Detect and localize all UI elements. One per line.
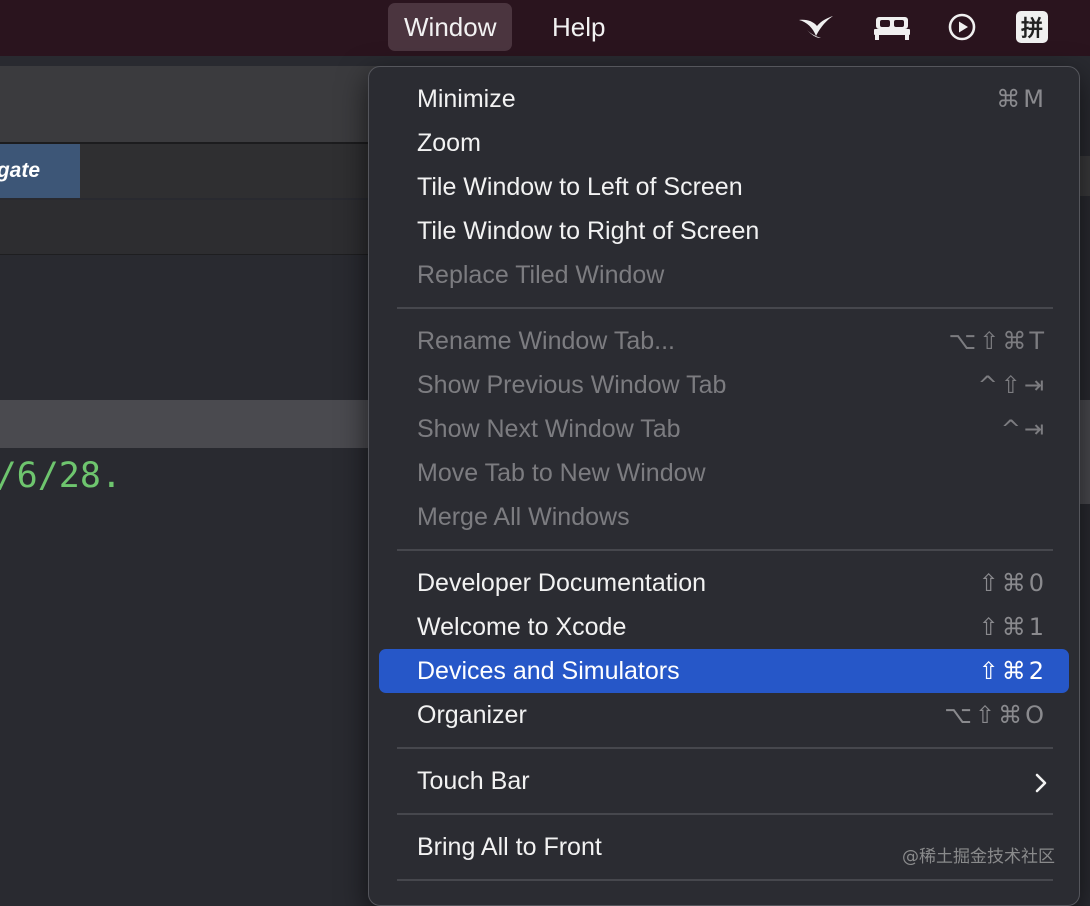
menu-item-shortcut: ⌥⇧⌘T xyxy=(948,327,1047,355)
menu-item-replace-tiled-window: Replace Tiled Window xyxy=(379,253,1069,297)
window-menu-dropdown: Minimize ⌘M Zoom Tile Window to Left of … xyxy=(368,66,1080,906)
code-comment: /6/28. xyxy=(0,454,200,498)
toolbar xyxy=(0,66,380,142)
right-edge-highlight xyxy=(1080,400,1090,504)
menu-item-shortcut: ^⇧⇥ xyxy=(977,371,1047,399)
menu-item-rename-window-tab: Rename Window Tab... ⌥⇧⌘T xyxy=(379,319,1069,363)
menu-item-label: Zoom xyxy=(417,129,481,157)
menu-item-show-previous-tab: Show Previous Window Tab ^⇧⇥ xyxy=(379,363,1069,407)
menu-item-tile-left[interactable]: Tile Window to Left of Screen xyxy=(379,165,1069,209)
bird-icon[interactable] xyxy=(796,10,836,44)
menu-separator xyxy=(397,549,1053,551)
menu-item-devices-and-simulators[interactable]: Devices and Simulators ⇧⌘2 xyxy=(379,649,1069,693)
bed-icon[interactable] xyxy=(872,10,912,44)
menu-item-label: Replace Tiled Window xyxy=(417,261,665,289)
menu-item-label: Devices and Simulators xyxy=(417,657,680,685)
menu-item-move-tab-to-new-window: Move Tab to New Window xyxy=(379,451,1069,495)
menu-item-label: Minimize xyxy=(417,85,516,113)
code-comment-text: /6/28. xyxy=(0,456,122,496)
menu-item-label: Tile Window to Left of Screen xyxy=(417,173,743,201)
menu-item-label: Bring All to Front xyxy=(417,833,602,861)
watermark: @稀土掘金技术社区 xyxy=(902,847,1055,867)
menu-separator xyxy=(397,307,1053,309)
play-circle-icon[interactable] xyxy=(946,10,978,44)
menu-separator xyxy=(397,813,1053,815)
menu-item-label: Welcome to Xcode xyxy=(417,613,627,641)
menu-item-label: Show Next Window Tab xyxy=(417,415,681,443)
menu-item-label: Organizer xyxy=(417,701,527,729)
menu-item-developer-documentation[interactable]: Developer Documentation ⇧⌘0 xyxy=(379,561,1069,605)
right-edge-control xyxy=(1080,156,1090,196)
menu-item-show-next-tab: Show Next Window Tab ^⇥ xyxy=(379,407,1069,451)
chevron-right-icon xyxy=(1033,759,1049,803)
menu-separator xyxy=(397,747,1053,749)
editor-tab[interactable]: gate xyxy=(0,144,80,198)
menu-item-label: Merge All Windows xyxy=(417,503,630,531)
menu-item-shortcut: ^⇥ xyxy=(1000,415,1047,443)
input-method-label: 拼 xyxy=(1016,11,1048,43)
menu-item-tile-right[interactable]: Tile Window to Right of Screen xyxy=(379,209,1069,253)
highlighted-line xyxy=(0,400,380,448)
jump-bar xyxy=(0,200,380,255)
menu-item-shortcut: ⌘M xyxy=(996,85,1047,113)
menu-item-shortcut: ⌥⇧⌘O xyxy=(944,701,1047,729)
menu-item-label: Move Tab to New Window xyxy=(417,459,706,487)
menu-window[interactable]: Window xyxy=(388,3,513,51)
menu-item-label: Show Previous Window Tab xyxy=(417,371,727,399)
menu-item-shortcut: ⇧⌘0 xyxy=(978,569,1047,597)
menu-item-touch-bar[interactable]: Touch Bar xyxy=(379,759,1069,803)
menu-item-label: Developer Documentation xyxy=(417,569,707,597)
menu-item-minimize[interactable]: Minimize ⌘M xyxy=(379,77,1069,121)
menu-item-label: Tile Window to Right of Screen xyxy=(417,217,760,245)
menu-item-shortcut: ⇧⌘2 xyxy=(978,657,1047,685)
menu-item-label: Rename Window Tab... xyxy=(417,327,675,355)
menu-item-shortcut: ⇧⌘1 xyxy=(978,613,1047,641)
menu-item-merge-all-windows: Merge All Windows xyxy=(379,495,1069,539)
menu-item-label: Touch Bar xyxy=(417,767,530,795)
menu-bar: Window Help 拼 xyxy=(0,0,1090,56)
menu-item-organizer[interactable]: Organizer ⌥⇧⌘O xyxy=(379,693,1069,737)
menu-help[interactable]: Help xyxy=(536,3,621,51)
input-method-icon[interactable]: 拼 xyxy=(1015,10,1049,44)
menu-item-welcome-to-xcode[interactable]: Welcome to Xcode ⇧⌘1 xyxy=(379,605,1069,649)
menu-separator xyxy=(397,879,1053,881)
editor-tab-label: gate xyxy=(0,159,40,182)
menu-item-zoom[interactable]: Zoom xyxy=(379,121,1069,165)
